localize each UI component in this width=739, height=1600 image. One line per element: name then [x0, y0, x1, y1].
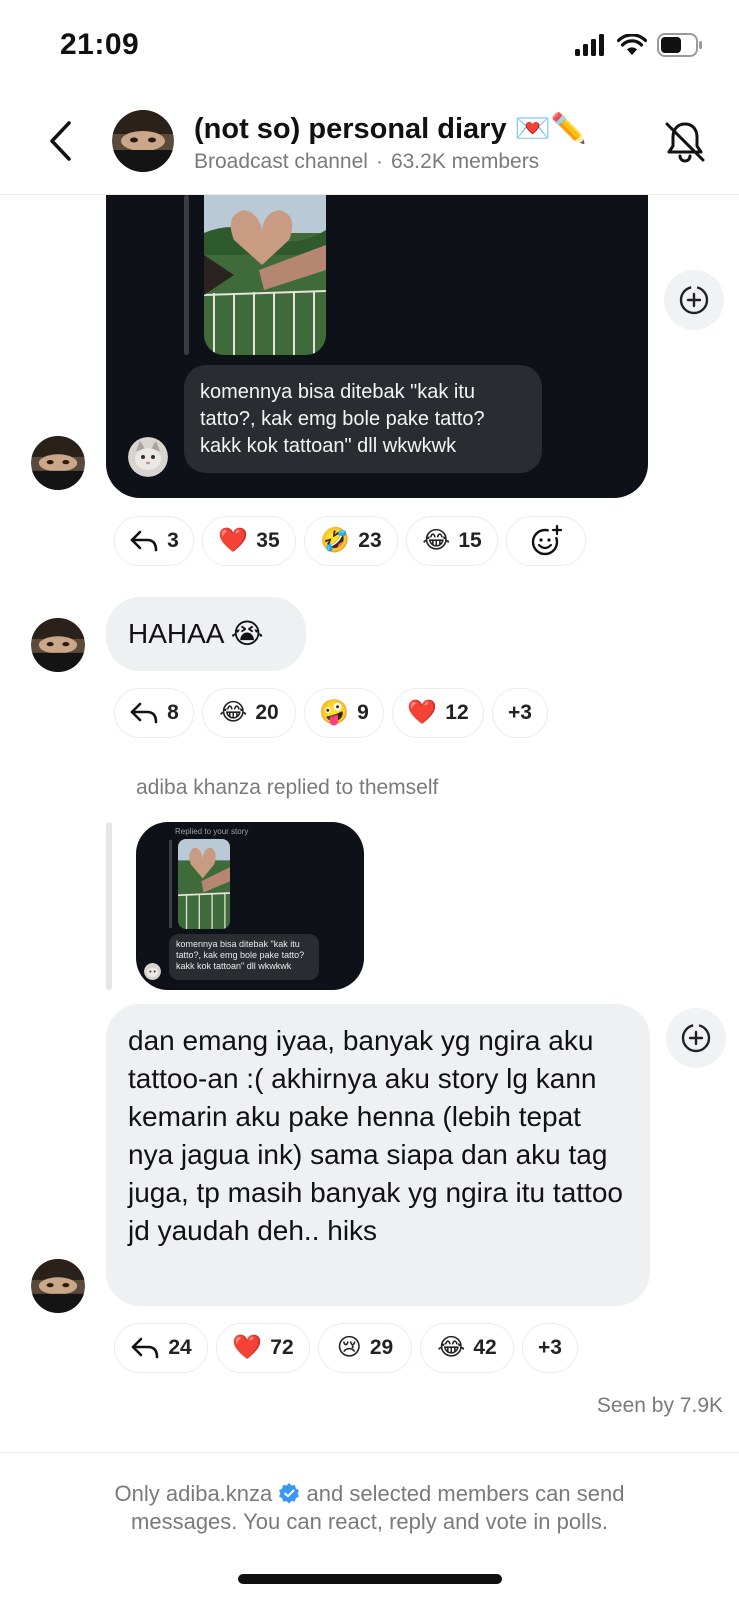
reaction-pill[interactable]: ❤️ 12: [392, 688, 484, 738]
add-circle-icon: [679, 285, 709, 315]
zany-face-emoji: 🤪: [319, 699, 350, 726]
wifi-icon: [617, 34, 647, 55]
more-reactions-button[interactable]: +3: [492, 688, 548, 738]
hahaa-reactions: 8 😂 20 🤪 9 ❤️ 12 +3: [114, 688, 548, 738]
sender-avatar[interactable]: [31, 436, 85, 490]
reaction-pill[interactable]: 😂 15: [406, 516, 498, 566]
message-bubble[interactable]: HAHAA 😭: [106, 597, 306, 671]
reply-count-button[interactable]: 8: [114, 688, 194, 738]
more-reactions-count: +3: [508, 701, 532, 724]
heart-emoji: ❤️: [218, 527, 249, 554]
story-thumbnail[interactable]: [204, 195, 326, 355]
message-text: HAHAA: [128, 618, 223, 649]
replied-label: adiba khanza replied to themself: [136, 776, 439, 799]
more-reactions-count: +3: [538, 1336, 562, 1359]
mini-commenter-avatar: [144, 963, 161, 980]
reaction-pill[interactable]: 😢 29: [318, 1323, 412, 1373]
long-message-reactions: 24 ❤️ 72 😢 29 😂 42 +3: [114, 1323, 578, 1373]
reaction-count: 23: [358, 529, 382, 552]
channel-type: Broadcast channel: [194, 150, 368, 173]
story-comment: komennya bisa ditebak "kak itu tatto?, k…: [184, 365, 542, 473]
story-reply-bubble[interactable]: komennya bisa ditebak "kak itu tatto?, k…: [106, 195, 648, 498]
commenter-avatar: [128, 437, 168, 477]
reply-count: 8: [167, 701, 179, 724]
footer-divider: [0, 1452, 739, 1453]
reply-icon: [132, 1337, 159, 1359]
more-reactions-button[interactable]: +3: [522, 1323, 578, 1373]
reply-count: 3: [167, 529, 179, 552]
channel-title-emojis: 💌✏️: [514, 113, 587, 145]
reaction-pill[interactable]: 😂 20: [202, 688, 296, 738]
heart-emoji: ❤️: [232, 1334, 263, 1361]
mini-quote-line: [169, 840, 172, 928]
sender-avatar[interactable]: [31, 1259, 85, 1313]
reaction-count: 42: [473, 1336, 497, 1359]
story-reactions: 3 ❤️ 35 🤣 23 😂 15: [114, 516, 586, 566]
status-icons: [575, 33, 703, 57]
mini-comment: komennya bisa ditebak "kak itu tatto?, k…: [169, 934, 319, 980]
tears-of-joy-emoji: 😂: [437, 1334, 466, 1361]
notice-line-2: messages. You can react, reply and vote …: [131, 1509, 608, 1534]
channel-subtitle: Broadcast channel · 63.2K members: [194, 150, 539, 174]
add-circle-icon: [681, 1023, 711, 1053]
reaction-count: 15: [458, 529, 482, 552]
mini-story-thumbnail: [178, 839, 230, 929]
message-bubble[interactable]: dan emang iyaa, banyak yg ngira aku tatt…: [106, 1004, 650, 1306]
channel-header: (not so) personal diary 💌✏️ Broadcast ch…: [0, 92, 739, 195]
heart-emoji: ❤️: [407, 699, 438, 726]
status-bar: 21:09: [0, 0, 739, 92]
reply-icon: [130, 530, 158, 552]
tears-of-joy-emoji: 😂: [219, 699, 248, 726]
broadcast-notice: Only adiba.knza and selected members can…: [0, 1480, 739, 1536]
verified-badge-icon: [278, 1482, 300, 1504]
home-indicator[interactable]: [238, 1574, 502, 1584]
mini-card-label: Replied to your story: [175, 827, 249, 836]
mute-button[interactable]: [661, 118, 709, 166]
reply-count-button[interactable]: 3: [114, 516, 194, 566]
reaction-count: 12: [445, 701, 469, 724]
reaction-count: 20: [255, 701, 279, 724]
signal-icon: [575, 34, 604, 56]
rofl-emoji: 🤣: [320, 527, 351, 554]
tears-of-joy-emoji: 😂: [422, 527, 451, 554]
reply-count: 24: [168, 1336, 192, 1359]
member-count: 63.2K members: [390, 150, 540, 173]
reply-icon: [130, 702, 158, 724]
add-reaction-button[interactable]: [664, 270, 724, 330]
seen-count: Seen by 7.9K: [596, 1394, 723, 1417]
add-emoji-icon: [531, 524, 563, 556]
back-button[interactable]: [40, 117, 80, 165]
channel-avatar[interactable]: [112, 110, 174, 172]
crying-face-emoji: 😢: [336, 1334, 362, 1361]
chevron-left-icon: [50, 121, 71, 161]
bell-off-icon: [665, 122, 705, 163]
channel-title[interactable]: (not so) personal diary 💌✏️: [194, 112, 587, 146]
channel-title-text: (not so) personal diary: [194, 112, 507, 145]
reaction-count: 29: [369, 1336, 394, 1359]
reaction-pill[interactable]: ❤️ 35: [202, 516, 296, 566]
notice-suffix: and selected members can send: [306, 1481, 625, 1506]
reaction-pill[interactable]: 🤪 9: [304, 688, 384, 738]
reaction-count: 35: [256, 529, 280, 552]
quoted-message-card[interactable]: Replied to your story komennya bisa dite…: [136, 822, 364, 990]
subtitle-separator: ·: [375, 150, 383, 173]
reaction-pill[interactable]: ❤️ 72: [216, 1323, 310, 1373]
battery-icon: [657, 33, 702, 57]
notice-line-1: Only adiba.knza and selected members can…: [0, 1480, 739, 1508]
sender-avatar[interactable]: [31, 618, 85, 672]
reaction-pill[interactable]: 😂 42: [420, 1323, 514, 1373]
reaction-count: 72: [270, 1336, 294, 1359]
reaction-pill[interactable]: 🤣 23: [304, 516, 398, 566]
reply-line: [106, 822, 112, 990]
quote-line: [184, 195, 189, 355]
add-emoji-button[interactable]: [506, 516, 586, 566]
crying-emoji: 😭: [230, 618, 264, 649]
notice-prefix: Only adiba.knza: [114, 1481, 273, 1506]
status-time: 21:09: [60, 28, 140, 61]
add-reaction-button[interactable]: [666, 1008, 726, 1068]
reply-count-button[interactable]: 24: [114, 1323, 208, 1373]
reaction-count: 9: [357, 701, 369, 724]
